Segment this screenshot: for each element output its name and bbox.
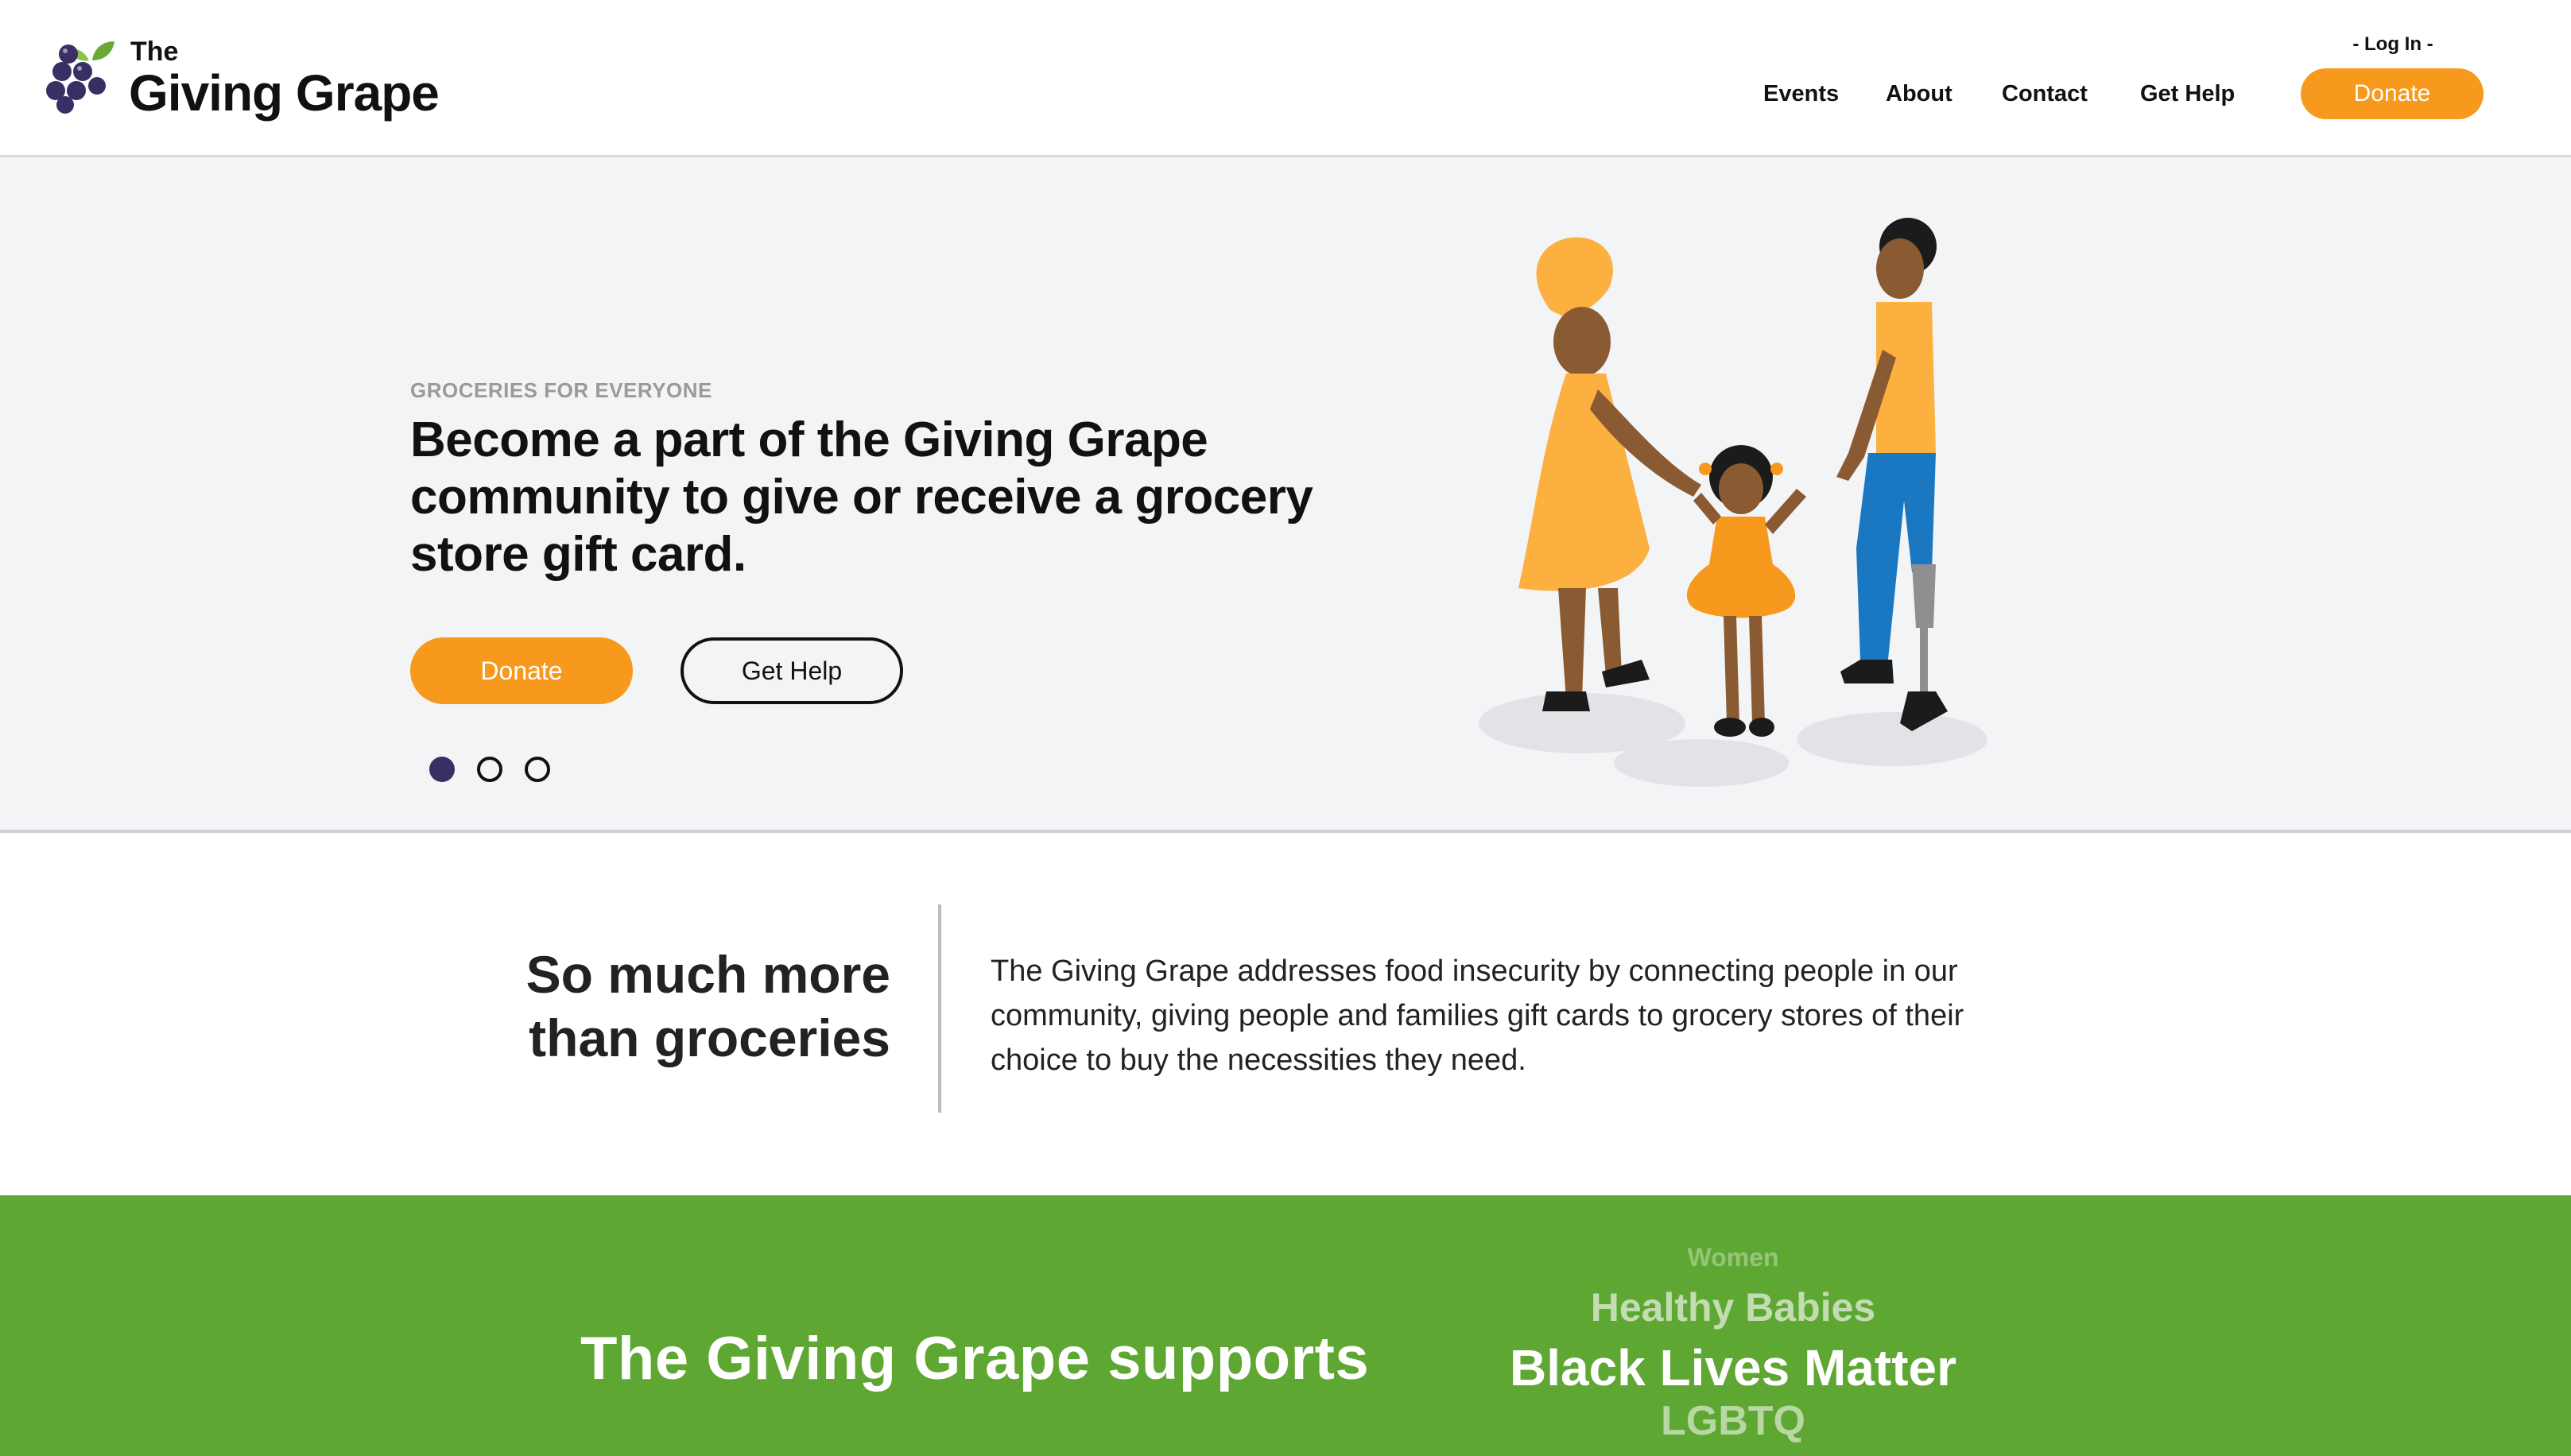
logo[interactable]: The Giving Grape [45, 37, 474, 124]
cause-item-black-lives-matter: Black Lives Matter [1509, 1339, 1957, 1396]
cause-item-healthy-babies: Healthy Babies [1590, 1285, 1876, 1330]
nav-about-link[interactable]: About [1886, 81, 1952, 107]
cause-item-lgbtq: LGBTQ [1661, 1398, 1805, 1444]
hero-donate-button[interactable]: Donate [410, 637, 633, 704]
hero-headline: Become a part of the Giving Grape commun… [410, 412, 1313, 582]
nav-contact-link[interactable]: Contact [2002, 81, 2088, 107]
login-link[interactable]: - Log In - [2321, 33, 2464, 56]
hero-get-help-button[interactable]: Get Help [681, 637, 903, 704]
carousel-dot-1[interactable] [429, 757, 455, 782]
about-divider [938, 904, 941, 1113]
logo-name-text: Giving Grape [129, 64, 440, 122]
about-title-line-1: So much more [525, 945, 890, 1004]
carousel-dots [429, 757, 572, 784]
site-header: The Giving Grape Events About Contact Ge… [0, 0, 2571, 157]
hero-section: GROCERIES FOR EVERYONE Become a part of … [0, 157, 2571, 833]
family-illustration [1479, 218, 1987, 787]
header-donate-button[interactable]: Donate [2301, 68, 2484, 119]
carousel-dot-2[interactable] [477, 757, 502, 782]
nav-get-help-link[interactable]: Get Help [2140, 81, 2235, 107]
about-title-line-2: than groceries [529, 1009, 890, 1067]
nav-events-link[interactable]: Events [1763, 81, 1839, 107]
cause-item-women: Women [1687, 1243, 1779, 1272]
about-text: The Giving Grape addresses food insecuri… [991, 955, 1964, 1077]
supports-section: The Giving Grape supports Women Healthy … [0, 1195, 2571, 1456]
grape-logo-icon [46, 41, 114, 114]
about-title: So much more than groceries [445, 943, 890, 1070]
carousel-dot-3[interactable] [525, 757, 550, 782]
supports-title: The Giving Grape supports [580, 1325, 1370, 1392]
hero-eyebrow: GROCERIES FOR EVERYONE [410, 378, 712, 402]
